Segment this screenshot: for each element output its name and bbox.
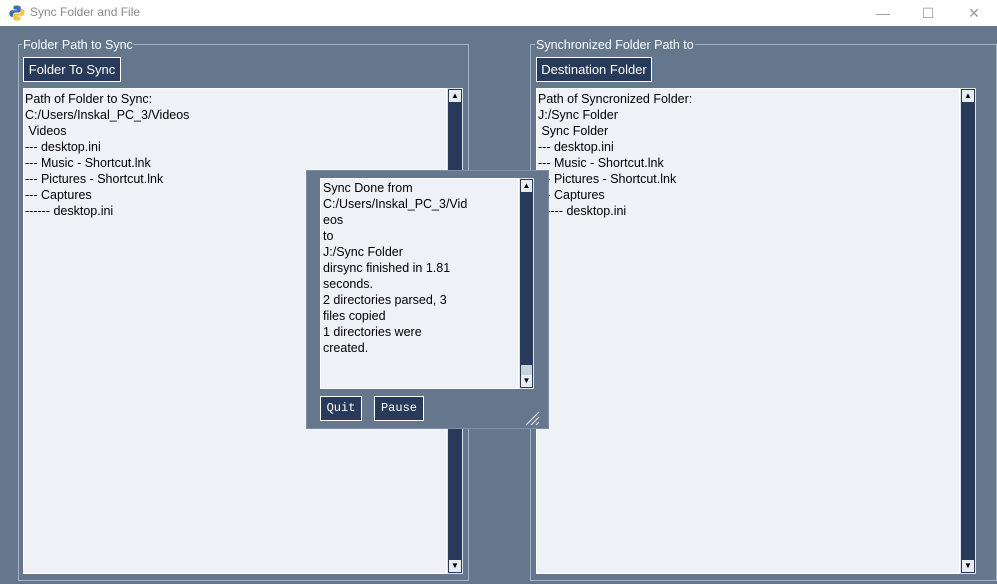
close-button[interactable]: ✕ — [951, 0, 997, 26]
right-frame-label: Synchronized Folder Path to — [535, 38, 695, 52]
text-line: files copied — [323, 309, 386, 323]
window-title: Sync Folder and File — [30, 5, 141, 19]
title-bar: Sync Folder and File — ☐ ✕ — [0, 0, 997, 26]
text-line: Path of Folder to Sync: — [25, 92, 153, 106]
text-line: eos — [323, 213, 344, 227]
python-app-icon — [9, 5, 25, 21]
quit-button[interactable]: Quit — [320, 396, 362, 421]
text-line: to — [323, 229, 334, 243]
popup-scrollbar[interactable]: ▲ ▼ — [519, 178, 534, 389]
text-line: --- desktop.ini — [538, 140, 614, 154]
text-line: ------ desktop.ini — [538, 204, 627, 218]
text-line: Sync Done from — [323, 181, 413, 195]
text-line: created. — [323, 341, 369, 355]
maximize-button[interactable]: ☐ — [905, 0, 951, 26]
text-line: C:/Users/Inskal_PC_3/Vid — [323, 197, 468, 211]
left-frame-label: Folder Path to Sync — [22, 38, 134, 52]
text-line: dirsync finished in 1.81 — [323, 261, 451, 275]
text-line: 2 directories parsed, 3 — [323, 293, 447, 307]
text-line: seconds. — [323, 277, 374, 291]
pause-button[interactable]: Pause — [374, 396, 424, 421]
text-line: Sync Folder — [538, 124, 609, 138]
destination-folder-text-area[interactable]: Path of Syncronized Folder: J:/Sync Folde… — [536, 88, 960, 574]
right-scrollbar[interactable]: ▲ ▼ — [960, 88, 976, 574]
text-line: --- Pictures - Shortcut.lnk — [538, 172, 677, 186]
text-line: C:/Users/Inskal_PC_3/Videos — [25, 108, 190, 122]
scroll-down-arrow-icon[interactable]: ▼ — [521, 375, 532, 387]
text-line: Path of Syncronized Folder: — [538, 92, 693, 106]
sync-result-text-area[interactable]: Sync Done from C:/Users/Inskal_PC_3/Video… — [320, 178, 519, 389]
resize-grip-icon[interactable] — [524, 410, 540, 426]
destination-folder-button[interactable]: Destination Folder — [536, 57, 652, 82]
text-line: --- Captures — [538, 188, 605, 202]
text-line: --- desktop.ini — [25, 140, 101, 154]
text-line: --- Music - Shortcut.lnk — [538, 156, 664, 170]
scroll-up-arrow-icon[interactable]: ▲ — [521, 180, 532, 192]
scroll-down-arrow-icon[interactable]: ▼ — [449, 560, 461, 572]
text-line: Videos — [25, 124, 67, 138]
scroll-up-arrow-icon[interactable]: ▲ — [449, 90, 461, 102]
scroll-up-arrow-icon[interactable]: ▲ — [962, 90, 974, 102]
scroll-down-arrow-icon[interactable]: ▼ — [962, 560, 974, 572]
text-line: J:/Sync Folder — [323, 245, 403, 259]
text-line: 1 directories were — [323, 325, 422, 339]
folder-to-sync-button[interactable]: Folder To Sync — [23, 57, 121, 82]
minimize-button[interactable]: — — [860, 0, 906, 26]
text-line: J:/Sync Folder — [538, 108, 618, 122]
text-line: --- Music - Shortcut.lnk — [25, 156, 151, 170]
